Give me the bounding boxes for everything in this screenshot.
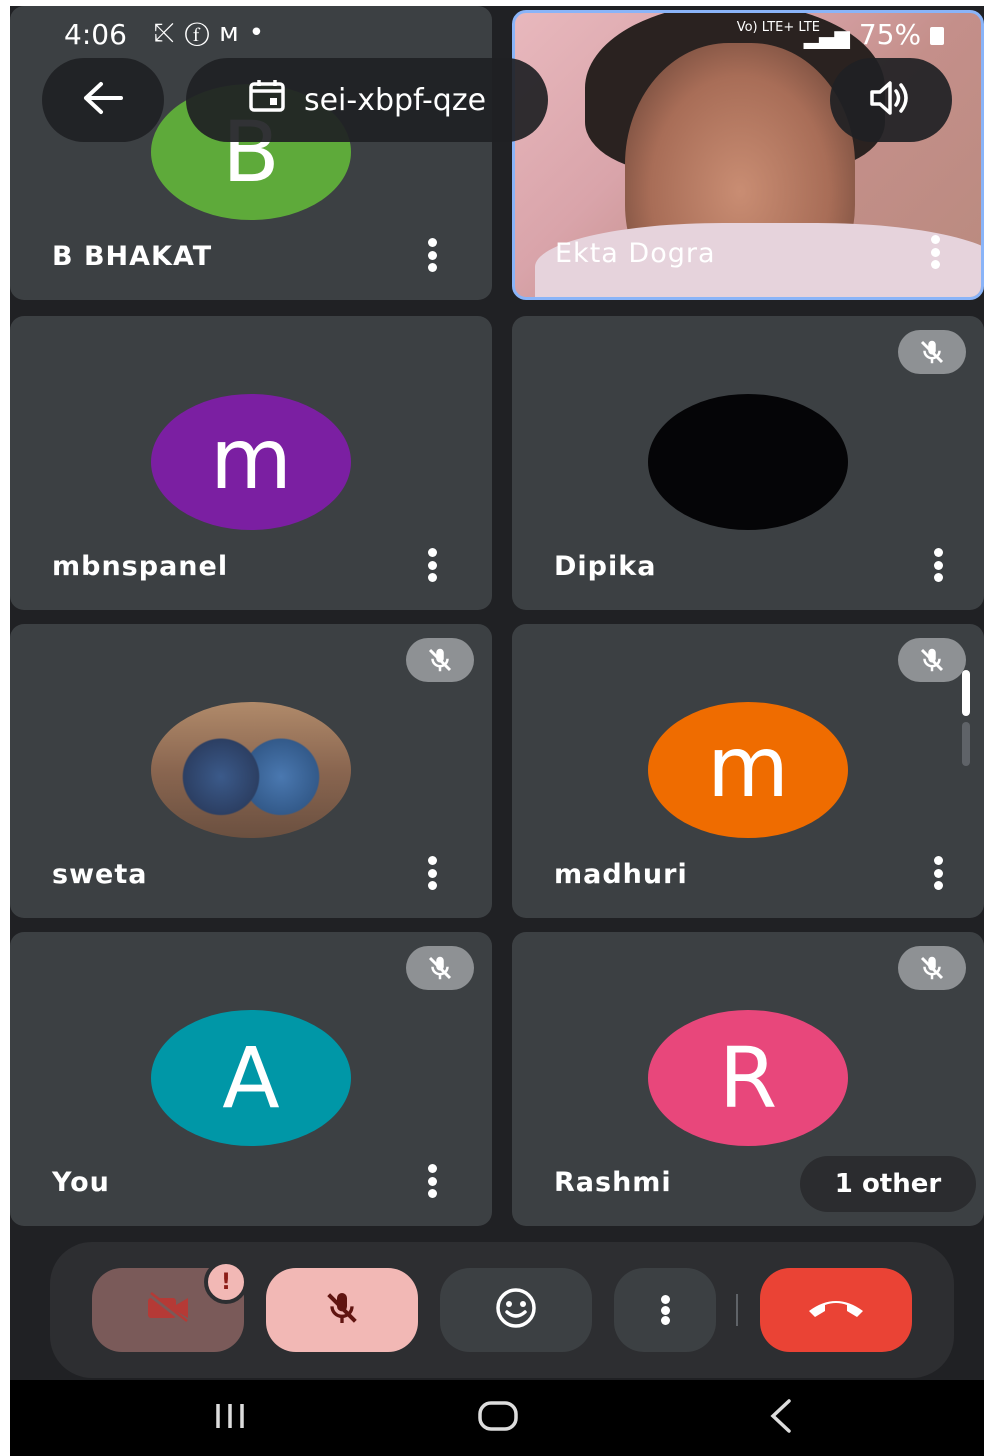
mic-off-icon bbox=[898, 946, 966, 990]
mic-toggle-button[interactable] bbox=[266, 1268, 418, 1352]
avatar-initial: R bbox=[718, 1029, 778, 1127]
back-button[interactable] bbox=[42, 58, 164, 142]
divider bbox=[736, 1294, 738, 1326]
participant-tile-dipika[interactable]: Dipika bbox=[512, 316, 984, 610]
meeting-code: sei-xbpf-qze bbox=[303, 82, 487, 118]
dot-icon: • bbox=[248, 18, 275, 48]
calendar-icon bbox=[248, 79, 286, 121]
avatar: A bbox=[151, 1010, 351, 1146]
battery-status: ▂▄▆ 75% bbox=[804, 18, 944, 51]
more-options-icon[interactable] bbox=[424, 238, 440, 272]
battery-icon bbox=[930, 27, 944, 45]
avatar-initial: A bbox=[222, 1029, 280, 1127]
status-time: 4:06 bbox=[64, 18, 127, 51]
participant-name: B BHAKAT bbox=[52, 241, 213, 272]
home-button[interactable] bbox=[458, 1392, 538, 1444]
avatar: m bbox=[648, 702, 848, 838]
recents-button[interactable] bbox=[190, 1392, 270, 1444]
audio-output-button[interactable] bbox=[830, 58, 952, 142]
end-call-icon bbox=[805, 1295, 867, 1325]
participant-tile-rashmi[interactable]: R Rashmi 1 other bbox=[512, 932, 984, 1226]
profile-photo bbox=[151, 702, 351, 838]
more-options-icon[interactable] bbox=[424, 548, 440, 582]
more-options-icon[interactable] bbox=[930, 856, 946, 890]
arrow-left-icon bbox=[81, 81, 125, 119]
participant-name: sweta bbox=[52, 859, 148, 890]
speaker-icon bbox=[866, 78, 916, 122]
mic-off-icon bbox=[898, 330, 966, 374]
mic-off-icon bbox=[898, 638, 966, 682]
avatar-initial: m bbox=[210, 410, 292, 508]
end-call-button[interactable] bbox=[760, 1268, 912, 1352]
more-options-button[interactable] bbox=[614, 1268, 716, 1352]
recents-icon bbox=[210, 1401, 250, 1435]
signal-icon: ▂▄▆ bbox=[803, 25, 850, 49]
participant-name: You bbox=[52, 1167, 110, 1198]
emoji-icon bbox=[494, 1286, 538, 1334]
avatar: m bbox=[151, 394, 351, 530]
camera-off-icon bbox=[145, 1291, 191, 1329]
more-options-icon[interactable] bbox=[424, 1164, 440, 1198]
mic-off-icon bbox=[406, 638, 474, 682]
participant-name: Ekta Dogra bbox=[555, 238, 716, 269]
more-vert-icon bbox=[660, 1295, 670, 1325]
more-options-icon[interactable] bbox=[424, 856, 440, 890]
avatar bbox=[648, 394, 848, 530]
camera-alert-badge: ! bbox=[204, 1260, 248, 1304]
system-nav-bar bbox=[10, 1380, 984, 1456]
more-options-icon[interactable] bbox=[927, 235, 943, 269]
others-badge[interactable]: 1 other bbox=[800, 1156, 976, 1212]
camera-toggle-button[interactable]: ! bbox=[92, 1260, 248, 1352]
reactions-button[interactable] bbox=[440, 1268, 592, 1352]
status-bar: 4:06 ⤪ⓕᴍ• Vo) LTE+ LTE ▂▄▆ 75% bbox=[10, 6, 984, 66]
participant-name: Rashmi bbox=[554, 1167, 672, 1198]
participant-tile-you[interactable]: A You bbox=[10, 932, 492, 1226]
battery-percent: 75% bbox=[858, 18, 922, 51]
home-icon bbox=[476, 1399, 520, 1437]
meeting-code-button[interactable]: sei-xbpf-qze bbox=[186, 58, 548, 142]
back-nav-button[interactable] bbox=[740, 1392, 820, 1444]
mic-off-icon bbox=[406, 946, 474, 990]
facebook-icon: ⓕ bbox=[184, 18, 220, 48]
call-controls: ! bbox=[50, 1242, 954, 1378]
participant-name: Dipika bbox=[554, 551, 657, 582]
missed-call-icon: ⤪ bbox=[154, 18, 185, 48]
scrollbar-track bbox=[962, 722, 970, 766]
meet-screen: B B BHAKAT Ekta Dogra m mbnspanel Dipika bbox=[10, 6, 984, 1456]
notification-icons: ⤪ⓕᴍ• bbox=[154, 18, 274, 49]
back-icon bbox=[765, 1398, 795, 1438]
mic-off-icon bbox=[322, 1288, 362, 1332]
avatar: R bbox=[648, 1010, 848, 1146]
gmail-icon: ᴍ bbox=[219, 18, 249, 48]
avatar-initial: m bbox=[707, 718, 789, 816]
participant-tile-mbnspanel[interactable]: m mbnspanel bbox=[10, 316, 492, 610]
more-options-icon[interactable] bbox=[930, 548, 946, 582]
participant-tile-madhuri[interactable]: m madhuri bbox=[512, 624, 984, 918]
scrollbar-thumb[interactable] bbox=[962, 670, 970, 716]
participant-name: mbnspanel bbox=[52, 551, 229, 582]
participant-tile-sweta[interactable]: sweta bbox=[10, 624, 492, 918]
participant-name: madhuri bbox=[554, 859, 688, 890]
